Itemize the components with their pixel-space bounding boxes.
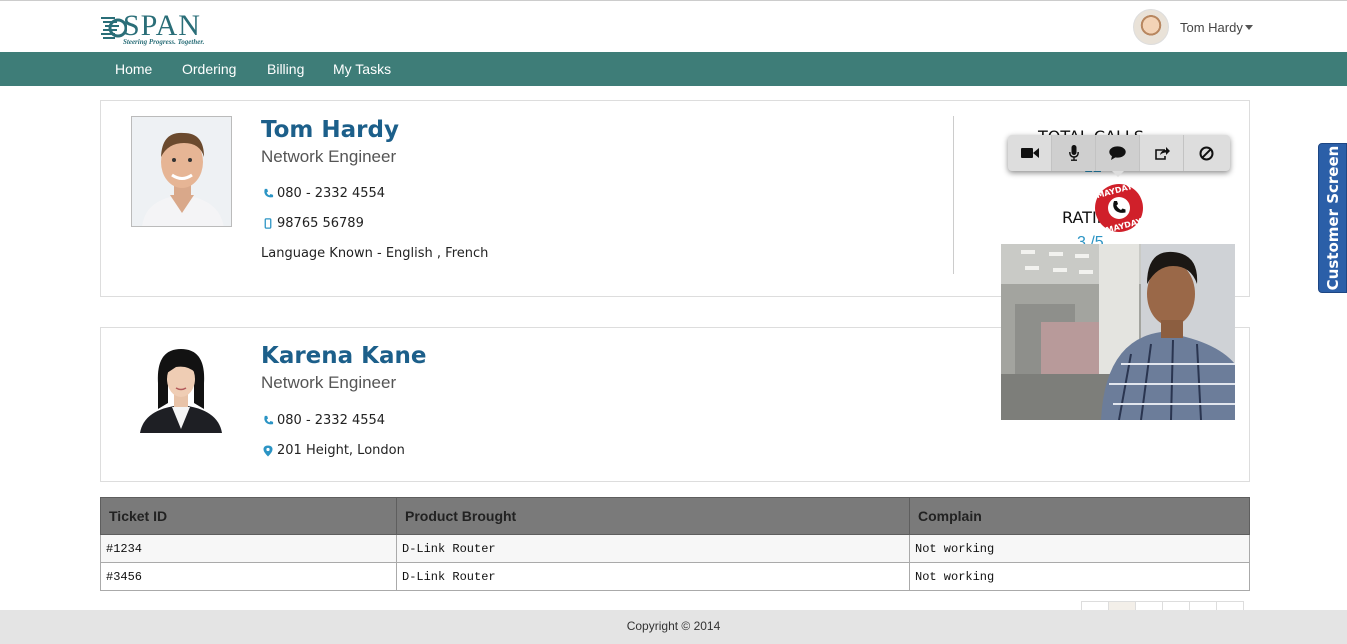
ticket-id-cell: #3456 [100,562,397,591]
mayday-badge[interactable]: MAYDAY MAYDAY [1094,182,1144,235]
logo-tagline: Steering Progress. Together. [123,38,205,46]
complain-cell: Not working [909,534,1250,563]
col-complain[interactable]: Complain [909,497,1250,535]
video-icon [1020,148,1039,158]
contact-phone: 080 - 2332 4554 [261,186,385,201]
block-button[interactable] [1184,135,1228,171]
contact-photo [131,116,232,227]
span-logo[interactable]: SPAN Steering Progress. Together. [101,9,231,47]
mic-button[interactable] [1052,135,1096,171]
mobile-icon [261,218,275,229]
complain-cell: Not working [909,562,1250,591]
contact-photo [136,343,226,433]
call-toolbar [1008,135,1230,171]
nav-ordering[interactable]: Ordering [182,61,236,77]
contact-role: Network Engineer [261,147,397,166]
product-cell: D-Link Router [396,534,910,563]
contact-phone-text: 080 - 2332 4554 [277,413,386,428]
customer-video-feed[interactable] [1001,244,1235,420]
contact-languages: Language Known - English , French [261,246,489,261]
contact-phone-text: 080 - 2332 4554 [277,186,386,201]
copyright-text: Copyright © 2014 [626,619,721,633]
contact-role: Network Engineer [261,373,397,392]
nav-my-tasks[interactable]: My Tasks [333,61,391,77]
ticket-id-cell: #1234 [100,534,397,563]
share-icon [1154,146,1170,160]
user-avatar[interactable] [1133,9,1169,45]
contact-mobile: 98765 56789 [261,216,364,231]
customer-screen-tab[interactable]: Customer Screen [1318,143,1347,293]
mic-icon [1068,145,1079,161]
chevron-down-icon[interactable] [1244,24,1253,30]
video-button[interactable] [1008,135,1052,171]
contact-address: 201 Height, London [261,443,405,458]
chat-icon [1109,146,1126,160]
user-name[interactable]: Tom Hardy [1180,20,1243,35]
table-row[interactable]: #3456 D-Link Router Not working [100,562,1250,591]
product-cell: D-Link Router [396,562,910,591]
video-frame-icon [1001,244,1235,420]
mayday-phone-icon: MAYDAY MAYDAY [1095,182,1143,235]
app-root: SPAN Steering Progress. Together. Tom Ha… [0,0,1347,644]
top-header: SPAN Steering Progress. Together. Tom Ha… [0,0,1347,52]
user-menu[interactable]: Tom Hardy [1133,9,1253,45]
card-divider [953,116,954,274]
contact-mobile-text: 98765 56789 [277,216,364,231]
contact-phone: 080 - 2332 4554 [261,413,385,428]
phone-icon [261,415,275,426]
customer-screen-label: Customer Screen [1323,145,1342,291]
toolbar-pointer [1112,171,1124,177]
main-nav: Home Ordering Billing My Tasks [0,52,1347,86]
table-row[interactable]: #1234 D-Link Router Not working [100,534,1250,563]
nav-home[interactable]: Home [115,61,152,77]
tickets-table: Ticket ID Product Brought Complain #1234… [100,497,1250,591]
phone-icon [261,188,275,199]
footer: Copyright © 2014 [0,610,1347,644]
col-ticket-id[interactable]: Ticket ID [100,497,397,535]
chat-button[interactable] [1096,135,1140,171]
nav-billing[interactable]: Billing [267,61,304,77]
contact-address-text: 201 Height, London [277,443,405,458]
profile-photo-icon [132,117,231,226]
contact-name: Tom Hardy [261,117,399,143]
col-product-brought[interactable]: Product Brought [396,497,910,535]
block-icon [1199,146,1213,160]
contact-name: Karena Kane [261,343,427,369]
profile-photo-icon [136,343,226,433]
share-button[interactable] [1140,135,1184,171]
map-pin-icon [261,445,275,457]
table-header-row: Ticket ID Product Brought Complain [100,497,1250,535]
